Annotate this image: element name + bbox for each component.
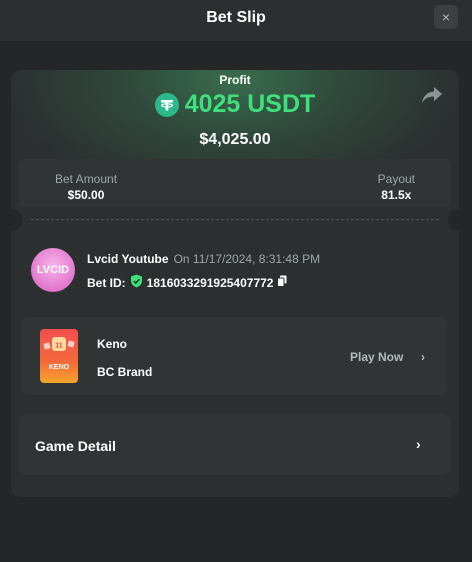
svg-text:11: 11 — [55, 343, 63, 350]
user-line: Lvcid Youtube On 11/17/2024, 8:31:48 PM — [87, 252, 320, 266]
bet-id-row: Bet ID: 18160332919254077​72 — [87, 274, 287, 291]
usd-value: $4,025.00 — [199, 131, 271, 148]
page-title: Bet Slip — [206, 9, 266, 26]
close-button[interactable]: × — [434, 5, 458, 29]
chevron-right-icon[interactable]: › — [416, 436, 421, 452]
verified-shield-icon — [130, 274, 143, 291]
game-brand: BC Brand — [97, 365, 153, 379]
game-card[interactable]: 11 KENO Keno BC Brand Play Now › — [21, 317, 447, 395]
payout-label: Payout — [377, 172, 415, 186]
bet-id-value: 18160332919254077​72 — [146, 275, 274, 290]
avatar[interactable]: LVCID — [31, 248, 75, 292]
bet-amount-label: Bet Amount — [55, 172, 118, 186]
play-now-button[interactable]: Play Now — [350, 350, 403, 364]
username[interactable]: Lvcid Youtube — [87, 252, 169, 266]
ticket-divider — [31, 219, 439, 220]
usdt-icon — [154, 92, 179, 117]
game-detail-row[interactable]: Game Detail › — [19, 414, 451, 475]
game-name: Keno — [97, 337, 127, 351]
bet-info-row: Bet Amount $50.00 Payout 81.5x — [19, 159, 451, 207]
profit-amount-row: 4025 USDT — [11, 90, 459, 119]
keno-thumbnail: 11 KENO — [40, 329, 78, 383]
keno-thumb-text: KENO — [48, 364, 70, 371]
chevron-right-icon[interactable]: › — [421, 350, 425, 364]
bet-timestamp: On 11/17/2024, 8:31:48 PM — [173, 252, 321, 266]
bet-amount: Bet Amount $50.00 — [55, 172, 117, 202]
avatar-text: LVCID — [36, 264, 70, 276]
bet-slip-card: Profit 4025 USDT $4,025.00 Bet Amount $5… — [11, 70, 459, 497]
payout-value: 81.5x — [381, 188, 412, 202]
profit-label: Profit — [219, 73, 251, 87]
share-icon[interactable] — [421, 86, 443, 104]
copy-icon[interactable] — [277, 275, 287, 290]
header-bar: Bet Slip × — [0, 0, 472, 41]
bet-amount-value: $50.00 — [67, 188, 105, 202]
profit-amount: 4025 USDT — [184, 90, 316, 118]
bet-id-label: Bet ID: — [87, 275, 126, 290]
payout: Payout 81.5x — [378, 172, 415, 202]
game-detail-label: Game Detail — [35, 438, 116, 454]
profit-section: Profit 4025 USDT $4,025.00 Bet Amount $5… — [11, 70, 459, 230]
